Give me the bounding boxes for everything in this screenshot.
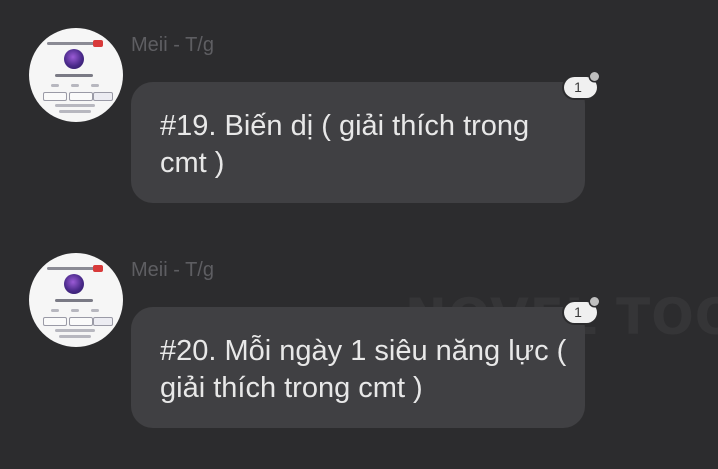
avatar-detail [69, 92, 93, 101]
reaction-icon [590, 297, 599, 306]
avatar[interactable] [29, 28, 123, 122]
sender-name[interactable]: Meii - T/g [131, 259, 214, 282]
avatar-detail [71, 84, 79, 87]
avatar-detail [59, 110, 91, 113]
avatar[interactable] [29, 253, 123, 347]
avatar-detail [69, 317, 93, 326]
avatar-detail [59, 335, 91, 338]
reaction-badge[interactable]: 1 [564, 297, 599, 323]
avatar-detail [71, 309, 79, 312]
reaction-count: 1 [574, 304, 582, 320]
reaction-count: 1 [574, 79, 582, 95]
avatar-detail [91, 84, 99, 87]
message-bubble[interactable]: #20. Mỗi ngày 1 siêu năng lực ( giải thí… [131, 307, 585, 428]
reaction-badge[interactable]: 1 [564, 72, 599, 98]
avatar-detail [55, 74, 93, 77]
avatar-detail [47, 42, 99, 45]
avatar-detail [93, 92, 113, 101]
avatar-detail [91, 309, 99, 312]
avatar-detail [55, 104, 95, 107]
avatar-profile-picture [64, 49, 84, 69]
avatar-detail [47, 267, 99, 270]
message-bubble[interactable]: #19. Biến dị ( giải thích trong cmt ) [131, 82, 585, 203]
message-text: #19. Biến dị ( giải thích trong cmt ) [160, 110, 530, 179]
avatar-profile-picture [64, 274, 84, 294]
avatar-detail [43, 317, 67, 326]
message-text: #20. Mỗi ngày 1 siêu năng lực ( giải thí… [160, 335, 567, 404]
avatar-detail [51, 309, 59, 312]
avatar-detail [55, 329, 95, 332]
avatar-detail [93, 317, 113, 326]
avatar-detail [55, 299, 93, 302]
avatar-detail [43, 92, 67, 101]
avatar-detail [93, 265, 103, 272]
sender-name[interactable]: Meii - T/g [131, 34, 214, 57]
avatar-detail [51, 84, 59, 87]
avatar-detail [93, 40, 103, 47]
reaction-icon [590, 72, 599, 81]
